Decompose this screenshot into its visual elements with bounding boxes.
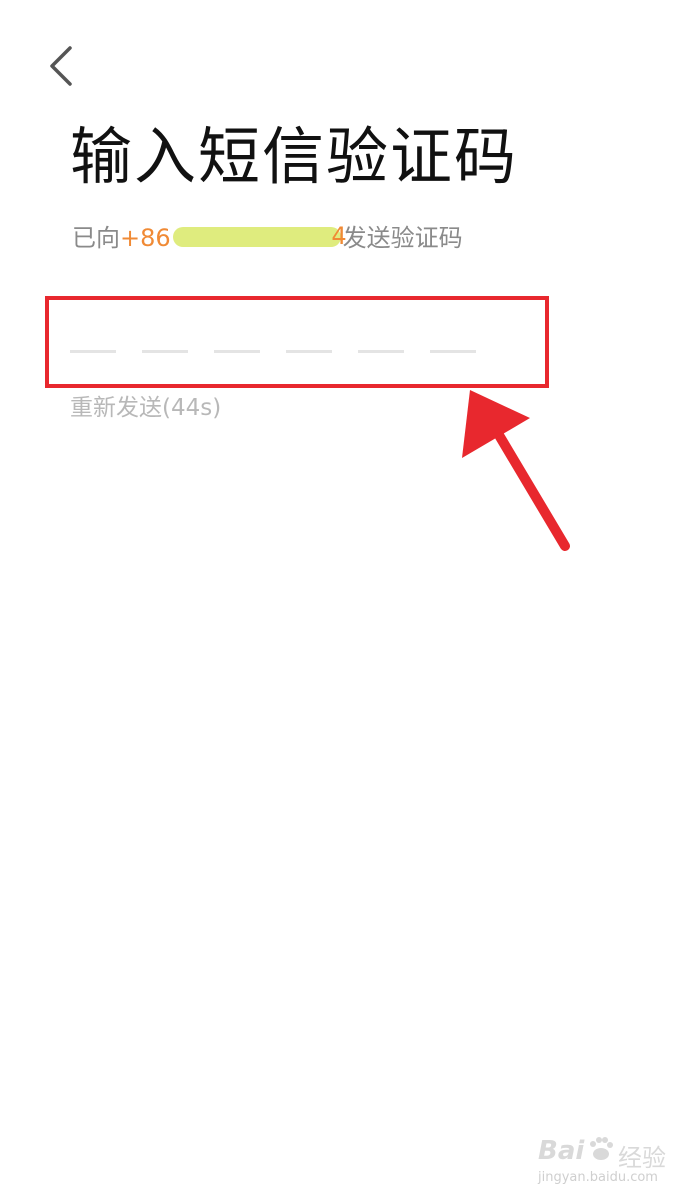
watermark-brand-cn: 经验 — [618, 1144, 666, 1172]
watermark-url: jingyan.baidu.com — [538, 1170, 658, 1185]
annotation-highlight-box — [45, 296, 549, 388]
phone-number-redacted: 4 — [171, 222, 347, 250]
sent-to-message: 已向+86 4 发送验证码 — [72, 224, 463, 250]
resend-countdown-button[interactable]: 重新发送(44s) — [70, 397, 221, 420]
watermark-brand: Bai — [538, 1136, 585, 1166]
redaction-mark — [172, 227, 341, 247]
paw-logo-icon — [590, 1137, 613, 1160]
chevron-left-icon — [50, 46, 72, 86]
country-code: +86 — [120, 224, 171, 252]
sent-to-prefix: 已向 — [72, 224, 120, 252]
phone-tail: 4 — [331, 222, 347, 250]
annotation-arrow-icon — [462, 390, 570, 551]
back-button[interactable] — [38, 40, 88, 90]
baidu-jingyan-watermark: Bai 经验 jingyan.baidu.com — [530, 1122, 670, 1192]
page-title: 输入短信验证码 — [70, 120, 519, 193]
sent-to-suffix: 发送验证码 — [342, 224, 463, 252]
